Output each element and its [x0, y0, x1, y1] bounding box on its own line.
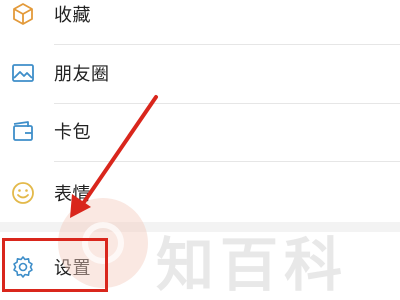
- smile-icon: [10, 180, 36, 206]
- divider: [54, 44, 400, 45]
- menu-item-moments[interactable]: 朋友圈: [0, 46, 400, 100]
- menu-item-favorites[interactable]: 收藏: [0, 0, 400, 41]
- menu-item-card-wallet[interactable]: 卡包: [0, 104, 400, 158]
- divider: [54, 161, 400, 162]
- menu-item-label: 表情: [54, 184, 91, 205]
- menu-item-label: 卡包: [54, 122, 91, 143]
- cube-icon: [10, 1, 36, 27]
- menu-item-stickers[interactable]: 表情: [0, 166, 400, 220]
- menu-item-label: 朋友圈: [54, 64, 110, 85]
- menu-group: 收藏 朋友圈 卡包 表情: [0, 0, 400, 222]
- image-icon: [10, 60, 36, 86]
- card-icon: [10, 118, 36, 144]
- wechat-me-screen: 收藏 朋友圈 卡包 表情 设置 知百科: [0, 0, 400, 300]
- highlight-box: [2, 238, 108, 292]
- menu-item-label: 收藏: [54, 5, 91, 26]
